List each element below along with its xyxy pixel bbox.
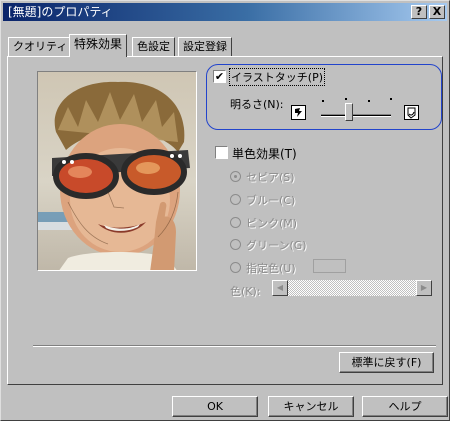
scroll-left-icon[interactable]: ◀ [272,280,288,296]
tab-color-settings-label: 色設定 [137,40,170,53]
photo-preview-image [38,72,196,270]
color-scrollbar[interactable]: ◀ ▶ [272,280,432,296]
brightness-high-icon[interactable] [404,105,419,120]
brightness-slider-thumb[interactable] [345,103,353,121]
illustration-checkbox[interactable]: ✔ [213,70,226,83]
brightness-slider-track[interactable] [321,114,391,117]
close-icon[interactable]: X [429,5,445,19]
tab-color-settings[interactable]: 色設定 [132,37,175,56]
radio-custom-color-label: 指定色(U) [246,262,296,275]
scroll-right-icon[interactable]: ▶ [416,280,432,296]
slider-tick [368,100,370,102]
cancel-button[interactable]: キャンセル [268,396,354,417]
radio-custom-color[interactable] [230,262,241,273]
radio-sepia[interactable] [230,171,241,182]
radio-pink-label: ピンク(M) [246,217,298,230]
properties-dialog: [無題]のプロパティ ? X クオリティ 特殊効果 色設定 設定登録 ✔ イラス… [0,0,450,421]
tab-register-settings-label: 設定登録 [183,40,227,53]
tab-register-settings[interactable]: 設定登録 [178,37,232,56]
tab-quality[interactable]: クオリティ [8,37,73,56]
slider-tick [322,100,324,102]
radio-sepia-label: セピア(S) [246,171,295,184]
radio-blue[interactable] [230,194,241,205]
reset-defaults-button[interactable]: 標準に戻す(F) [339,352,434,373]
illustration-checkbox-label[interactable]: イラストタッチ(P) [229,68,325,86]
brightness-low-icon[interactable] [291,105,306,120]
slider-tick [345,98,347,100]
panel-separator [33,345,436,347]
title-bar[interactable]: [無題]のプロパティ ? X [3,3,447,21]
ok-button[interactable]: OK [172,396,258,417]
help-button[interactable]: ヘルプ [362,396,448,417]
radio-blue-label: ブルー(C) [246,194,296,207]
photo-preview [37,71,197,271]
mono-effect-label[interactable]: 単色効果(T) [232,145,297,162]
mono-effect-checkbox[interactable] [215,146,228,159]
slider-tick [390,98,392,100]
radio-green[interactable] [230,239,241,250]
radio-green-label: グリーン(G) [246,239,307,252]
tab-quality-label: クオリティ [13,40,68,53]
brightness-label: 明るさ(N): [230,98,284,111]
tab-special-effects-label: 特殊効果 [74,37,123,51]
custom-color-swatch[interactable] [313,259,346,273]
color-slider-label: 色(K): [230,285,261,298]
radio-pink[interactable] [230,217,241,228]
window-title: [無題]のプロパティ [8,5,113,19]
check-mark-icon: ✔ [214,70,225,83]
help-icon[interactable]: ? [411,5,427,19]
tab-special-effects[interactable]: 特殊効果 [69,34,128,57]
